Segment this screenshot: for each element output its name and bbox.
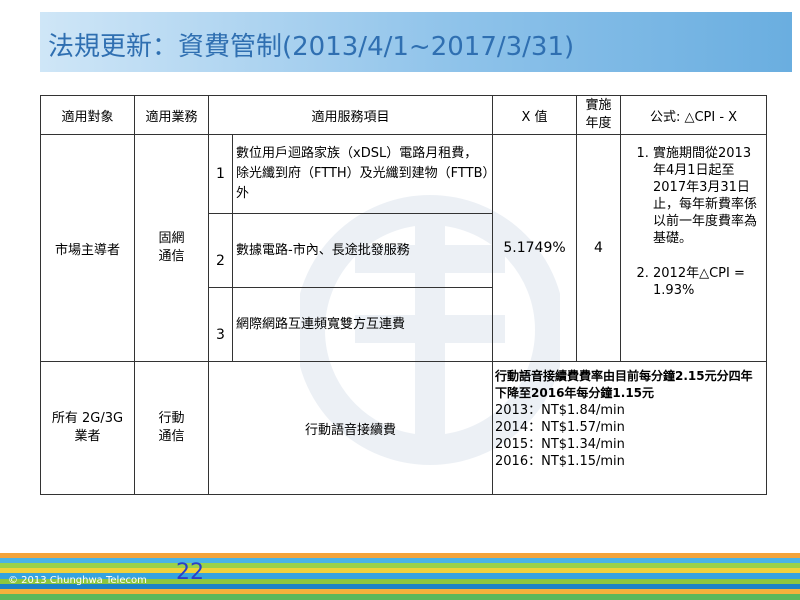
slide-title: 法規更新：資費管制(2013/4/1~2017/3/31) xyxy=(48,32,575,62)
fixed-business: 固網 通信 xyxy=(134,134,209,362)
fixed-target: 市場主導者 xyxy=(40,134,135,362)
service-item-text: 數據電路-市內、長途批發服務 xyxy=(231,213,494,288)
mobile-rate-line: 2016：NT$1.15/min xyxy=(495,454,625,469)
page-number: 22 xyxy=(176,560,204,585)
formula-note-item: 實施期間從2013年4月1日起至2017年3月31日止，每年新費率係以前一年度費… xyxy=(653,145,762,247)
fixed-x-value: 5.1749% xyxy=(492,134,578,362)
mobile-target: 所有 2G/3G 業者 xyxy=(40,361,135,495)
title-bar: 法規更新：資費管制(2013/4/1~2017/3/31) xyxy=(40,12,792,72)
mobile-rate-line: 2015：NT$1.34/min xyxy=(495,437,625,452)
header-x-value: X 值 xyxy=(492,95,578,135)
table-row: 所有 2G/3G 業者 行動 通信 行動語音接續費 行動語音接續費費率由目前每分… xyxy=(40,361,768,495)
mobile-rate-line: 2014：NT$1.57/min xyxy=(495,420,625,435)
mobile-rate-line: 2013：NT$1.84/min xyxy=(495,403,625,418)
header-row: 適用對象 適用業務 適用服務項目 X 值 實施 年度 公式: △CPI - X xyxy=(40,95,768,135)
mobile-business: 行動 通信 xyxy=(134,361,209,495)
header-business: 適用業務 xyxy=(134,95,209,135)
fixed-year: 4 xyxy=(576,134,622,362)
mobile-rate-note: 行動語音接續費費率由目前每分鐘2.15元分四年下降至2016年每分鐘1.15元 … xyxy=(492,361,768,495)
header-target: 適用對象 xyxy=(40,95,135,135)
tariff-table: 適用對象 適用業務 適用服務項目 X 值 實施 年度 公式: △CPI - X … xyxy=(40,95,768,495)
mobile-rate-summary: 行動語音接續費費率由目前每分鐘2.15元分四年下降至2016年每分鐘1.15元 xyxy=(495,369,753,400)
service-item-text: 網際網路互連頻寬雙方互連費 xyxy=(231,287,494,362)
formula-notes: 實施期間從2013年4月1日起至2017年3月31日止，每年新費率係以前一年度費… xyxy=(620,134,768,362)
service-item-number: 3 xyxy=(208,287,233,362)
header-service: 適用服務項目 xyxy=(207,95,494,135)
mobile-service: 行動語音接續費 xyxy=(207,361,494,495)
service-item-number: 1 xyxy=(208,134,233,214)
header-year: 實施 年度 xyxy=(576,95,622,135)
copyright-text: © 2013 Chunghwa Telecom xyxy=(8,575,147,586)
table-row: 市場主導者 固網 通信 1 數位用戶迴路家族（xDSL）電路月租費，除光纖到府（… xyxy=(40,134,768,362)
service-item-text: 數位用戶迴路家族（xDSL）電路月租費，除光纖到府（FTTH）及光纖到建物（FT… xyxy=(231,134,494,214)
service-item-number: 2 xyxy=(208,213,233,288)
header-formula: 公式: △CPI - X xyxy=(620,95,768,135)
formula-note-item: 2012年△CPI = 1.93% xyxy=(653,265,762,299)
